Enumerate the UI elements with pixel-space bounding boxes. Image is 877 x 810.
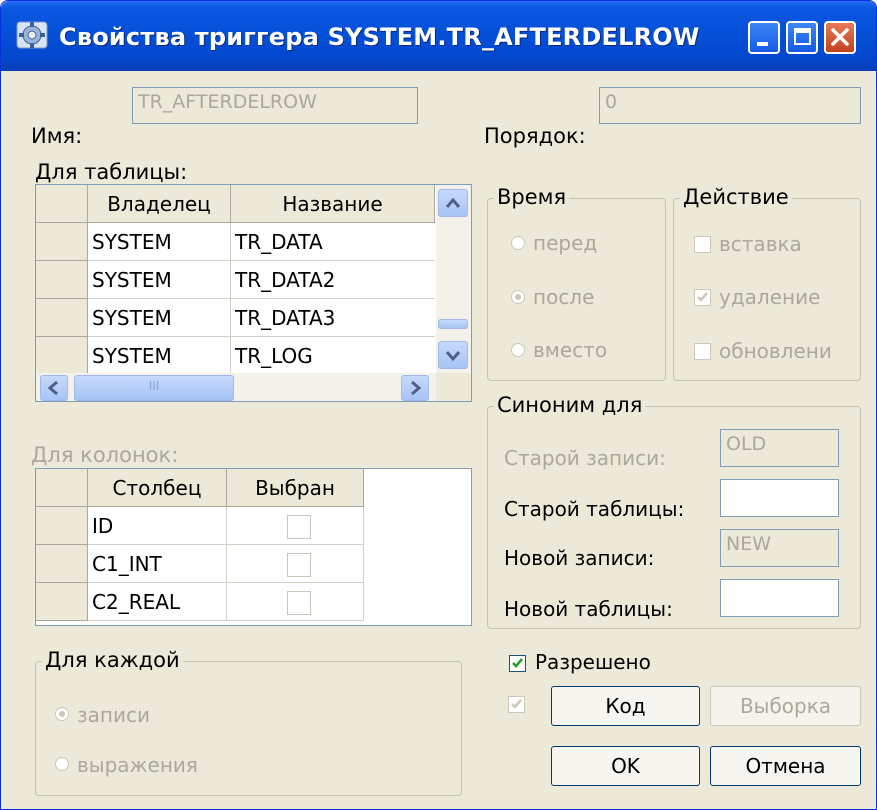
- ok-button[interactable]: OK: [551, 746, 700, 786]
- row-header[interactable]: [36, 583, 88, 621]
- column-selected-checkbox[interactable]: [287, 591, 311, 615]
- scroll-down-button[interactable]: [438, 341, 468, 369]
- check-icon: [697, 292, 708, 302]
- name-field[interactable]: TR_AFTERDELROW: [132, 87, 418, 124]
- new-table-field[interactable]: [720, 579, 839, 617]
- old-record-label: Старой записи:: [504, 446, 666, 470]
- maximize-button[interactable]: [786, 21, 818, 54]
- action-delete-label: удаление: [719, 285, 821, 309]
- table-row-owner[interactable]: SYSTEM: [90, 344, 228, 368]
- minimize-icon: [757, 42, 768, 46]
- for-each-group-title: Для каждой: [42, 648, 183, 672]
- table-row-name[interactable]: TR_LOG: [233, 344, 433, 368]
- time-before-label: перед: [533, 231, 598, 255]
- for-each-statement-label: выражения: [77, 753, 198, 777]
- tables-grid[interactable]: Владелец Название SYSTEM TR_DATA SYSTEM …: [35, 184, 472, 402]
- table-row-name[interactable]: TR_DATA3: [233, 306, 433, 330]
- table-row-owner[interactable]: SYSTEM: [90, 306, 228, 330]
- close-button[interactable]: [824, 21, 856, 54]
- table-row-owner[interactable]: SYSTEM: [90, 268, 228, 292]
- columns-grid[interactable]: Столбец Выбран ID C1_INT C2_REAL: [35, 468, 472, 626]
- row-header[interactable]: [36, 337, 88, 375]
- horizontal-scroll-thumb[interactable]: III: [74, 375, 234, 401]
- for-each-statement-radio[interactable]: [55, 757, 69, 771]
- cancel-button[interactable]: Отмена: [710, 746, 861, 786]
- scroll-thumb[interactable]: [438, 319, 468, 329]
- time-group-title: Время: [494, 185, 570, 209]
- old-table-field[interactable]: [720, 479, 839, 517]
- action-delete-checkbox[interactable]: [694, 289, 711, 306]
- row-header[interactable]: [36, 299, 88, 337]
- grid-corner: [36, 469, 88, 507]
- column-header-column[interactable]: Столбец: [88, 469, 227, 507]
- maximize-icon: [794, 28, 811, 45]
- code-button[interactable]: Код: [551, 686, 700, 726]
- chevron-up-icon: [445, 197, 461, 208]
- enabled-label: Разрешено: [535, 650, 651, 674]
- column-selected-checkbox[interactable]: [287, 515, 311, 539]
- minimize-button[interactable]: [748, 21, 780, 54]
- new-record-label: Новой записи:: [504, 546, 655, 570]
- enabled-checkbox[interactable]: [509, 655, 526, 672]
- table-row-name[interactable]: TR_DATA2: [233, 268, 433, 292]
- row-header[interactable]: [36, 223, 88, 261]
- time-before-radio[interactable]: [511, 236, 525, 250]
- old-table-label: Старой таблицы:: [504, 497, 685, 521]
- close-icon: [831, 28, 849, 46]
- order-label: Порядок:: [484, 124, 586, 148]
- trigger-properties-dialog: Свойства триггера SYSTEM.TR_AFTERDELROW …: [0, 0, 877, 810]
- scroll-right-button[interactable]: [401, 375, 429, 401]
- action-update-checkbox[interactable]: [694, 343, 711, 360]
- column-header-selected[interactable]: Выбран: [227, 469, 364, 507]
- action-group-title: Действие: [680, 185, 792, 209]
- selection-button[interactable]: Выборка: [710, 686, 861, 726]
- chevron-left-icon: [47, 380, 58, 396]
- table-section-label: Для таблицы:: [35, 160, 188, 184]
- action-update-label: обновлени: [719, 339, 832, 363]
- check-icon: [511, 699, 522, 709]
- table-row-owner[interactable]: SYSTEM: [90, 230, 228, 254]
- chevron-down-icon: [445, 351, 461, 362]
- row-header[interactable]: [36, 545, 88, 583]
- column-header-owner[interactable]: Владелец: [88, 185, 231, 223]
- time-after-radio[interactable]: [511, 290, 525, 304]
- title-bar[interactable]: Свойства триггера SYSTEM.TR_AFTERDELROW: [1, 1, 876, 71]
- old-record-field[interactable]: OLD: [720, 429, 839, 467]
- code-enabled-checkbox[interactable]: [508, 696, 525, 713]
- row-header[interactable]: [36, 261, 88, 299]
- scroll-up-button[interactable]: [438, 189, 468, 217]
- grid-corner: [36, 185, 88, 223]
- chevron-right-icon: [411, 380, 422, 396]
- name-label: Имя:: [31, 124, 83, 148]
- time-instead-radio[interactable]: [511, 343, 525, 357]
- action-insert-label: вставка: [719, 232, 802, 256]
- check-icon: [512, 658, 523, 668]
- column-row-name[interactable]: ID: [90, 514, 224, 538]
- scroll-corner: [436, 373, 471, 401]
- action-insert-checkbox[interactable]: [694, 236, 711, 253]
- new-record-field[interactable]: NEW: [720, 529, 839, 567]
- table-row-name[interactable]: TR_DATA: [233, 230, 433, 254]
- synonym-group-title: Синоним для: [494, 393, 646, 417]
- time-instead-label: вместо: [533, 338, 608, 362]
- column-header-name[interactable]: Название: [231, 185, 435, 223]
- column-selected-checkbox[interactable]: [287, 553, 311, 577]
- row-header[interactable]: [36, 507, 88, 545]
- scroll-left-button[interactable]: [40, 375, 68, 401]
- for-each-record-label: записи: [77, 703, 150, 727]
- scroll-thumb-grip: III: [148, 379, 160, 393]
- time-after-label: после: [533, 285, 595, 309]
- order-field[interactable]: 0: [599, 87, 861, 124]
- app-icon: [16, 21, 48, 49]
- window-title: Свойства триггера SYSTEM.TR_AFTERDELROW: [59, 23, 700, 51]
- for-each-record-radio[interactable]: [55, 707, 69, 721]
- columns-section-label: Для колонок:: [31, 443, 179, 467]
- column-row-name[interactable]: C2_REAL: [90, 590, 224, 614]
- new-table-label: Новой таблицы:: [504, 597, 673, 621]
- column-row-name[interactable]: C1_INT: [90, 552, 224, 576]
